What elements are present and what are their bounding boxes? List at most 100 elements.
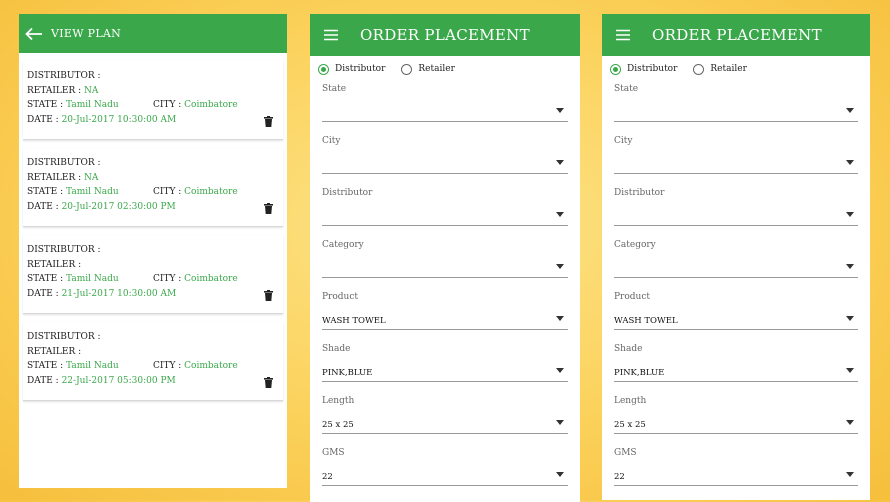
length-dropdown[interactable]: Length 25 x 25 <box>322 394 568 446</box>
length-label: Length <box>614 396 647 406</box>
shade-dropdown[interactable]: Shade PINK,BLUE <box>614 342 858 394</box>
retailer-value: NA <box>84 85 99 96</box>
caret-down-icon[interactable] <box>846 160 854 165</box>
order-placement-screen: ORDER PLACEMENT Distributor Retailer State… <box>602 14 870 500</box>
gms-value: 22 <box>322 472 333 482</box>
date-label: DATE : <box>27 114 59 125</box>
city-label: CITY : <box>153 100 182 110</box>
city-dropdown[interactable]: City <box>322 134 568 186</box>
city-label: CITY : <box>153 274 182 284</box>
radio-circle-icon[interactable] <box>401 63 413 75</box>
caret-down-icon[interactable] <box>556 420 564 425</box>
radio-retailer[interactable]: Retailer <box>401 63 455 75</box>
radio-circle-icon[interactable] <box>318 63 329 75</box>
plan-card[interactable]: DISTRIBUTOR : RETAILER : STATE : Tamil Na… <box>23 322 283 401</box>
page-title: VIEW PLAN <box>51 27 122 40</box>
shade-value: PINK,BLUE <box>322 368 373 378</box>
gms-label: GMS <box>322 448 345 458</box>
state-label: STATE : <box>27 187 64 197</box>
gms-label: GMS <box>614 448 637 458</box>
radio-distributor[interactable]: Distributor <box>318 63 385 75</box>
caret-down-icon[interactable] <box>556 472 564 477</box>
city-label: City <box>614 136 633 146</box>
product-value: WASH TOWEL <box>322 316 386 326</box>
plan-row: DISTRIBUTOR : <box>27 243 283 258</box>
city-dropdown[interactable]: City <box>614 134 858 186</box>
gms-value: 22 <box>614 472 625 482</box>
customer-type-radio-group: Distributor Retailer <box>602 56 870 82</box>
caret-down-icon[interactable] <box>846 316 854 321</box>
caret-down-icon[interactable] <box>556 212 564 217</box>
city-group: CITY : Coimbatore <box>153 272 238 287</box>
distributor-dropdown[interactable]: Distributor <box>614 186 858 238</box>
caret-down-icon[interactable] <box>846 212 854 217</box>
caret-down-icon[interactable] <box>846 420 854 425</box>
hamburger-menu-icon[interactable] <box>616 29 630 41</box>
gms-dropdown[interactable]: GMS 22 <box>614 446 858 498</box>
caret-down-icon[interactable] <box>556 160 564 165</box>
plan-row: RETAILER : NA <box>27 84 283 99</box>
shade-dropdown[interactable]: Shade PINK,BLUE <box>322 342 568 394</box>
plan-card[interactable]: DISTRIBUTOR : RETAILER : NA STATE : Tamil … <box>23 61 283 140</box>
trash-icon[interactable] <box>264 199 273 218</box>
caret-down-icon[interactable] <box>556 368 564 373</box>
city-group: CITY : Coimbatore <box>153 185 238 200</box>
state-dropdown[interactable]: State <box>322 82 568 134</box>
caret-down-icon[interactable] <box>556 264 564 269</box>
date-label: DATE : <box>27 288 59 299</box>
retailer-label: RETAILER : <box>27 259 82 270</box>
radio-label: Retailer <box>710 64 747 74</box>
radio-distributor[interactable]: Distributor <box>610 63 677 75</box>
city-value: Coimbatore <box>184 274 238 284</box>
field-underline <box>614 329 858 330</box>
caret-down-icon[interactable] <box>556 108 564 113</box>
retailer-label: RETAILER : <box>27 346 82 357</box>
caret-down-icon[interactable] <box>846 368 854 373</box>
caret-down-icon[interactable] <box>846 472 854 477</box>
trash-icon[interactable] <box>264 373 273 392</box>
trash-icon[interactable] <box>264 112 273 131</box>
radio-circle-icon[interactable] <box>610 63 621 75</box>
state-dropdown[interactable]: State <box>614 82 858 134</box>
caret-down-icon[interactable] <box>556 316 564 321</box>
state-value: Tamil Nadu <box>66 187 119 197</box>
gms-dropdown[interactable]: GMS 22 <box>322 446 568 498</box>
city-value: Coimbatore <box>184 361 238 371</box>
state-label: State <box>614 84 639 94</box>
radio-retailer[interactable]: Retailer <box>693 63 747 75</box>
field-underline <box>614 381 858 382</box>
field-underline <box>322 433 568 434</box>
plan-row: DATE : 20-Jul-2017 02:30:00 PM <box>27 200 283 215</box>
product-dropdown[interactable]: Product WASH TOWEL <box>614 290 858 342</box>
caret-down-icon[interactable] <box>846 264 854 269</box>
radio-circle-icon[interactable] <box>693 63 705 75</box>
retailer-label: RETAILER : <box>27 172 82 183</box>
category-dropdown[interactable]: Category <box>614 238 858 290</box>
hamburger-menu-icon[interactable] <box>324 29 338 41</box>
arrow-left-icon[interactable] <box>25 27 43 41</box>
length-dropdown[interactable]: Length 25 x 25 <box>614 394 858 446</box>
field-underline <box>322 485 568 486</box>
date-value: 20-Jul-2017 02:30:00 PM <box>61 201 176 212</box>
state-value: Tamil Nadu <box>66 361 119 371</box>
product-dropdown[interactable]: Product WASH TOWEL <box>322 290 568 342</box>
field-underline <box>614 485 858 486</box>
distributor-dropdown[interactable]: Distributor <box>322 186 568 238</box>
field-underline <box>614 277 858 278</box>
city-group: CITY : Coimbatore <box>153 359 238 374</box>
field-underline <box>322 173 568 174</box>
plan-card[interactable]: DISTRIBUTOR : RETAILER : NA STATE : Tamil … <box>23 148 283 227</box>
field-underline <box>614 225 858 226</box>
category-dropdown[interactable]: Category <box>322 238 568 290</box>
caret-down-icon[interactable] <box>846 108 854 113</box>
plan-row: RETAILER : NA <box>27 171 283 186</box>
plan-row: DATE : 22-Jul-2017 05:30:00 PM <box>27 374 283 389</box>
distributor-label: DISTRIBUTOR : <box>27 332 101 342</box>
order-placement-screen: ORDER PLACEMENT Distributor Retailer State… <box>310 14 580 502</box>
plan-row: DISTRIBUTOR : <box>27 156 283 171</box>
trash-icon[interactable] <box>264 286 273 305</box>
field-underline <box>322 329 568 330</box>
plan-card[interactable]: DISTRIBUTOR : RETAILER : STATE : Tamil Na… <box>23 235 283 314</box>
field-underline <box>614 173 858 174</box>
date-value: 21-Jul-2017 10:30:00 AM <box>61 288 177 299</box>
